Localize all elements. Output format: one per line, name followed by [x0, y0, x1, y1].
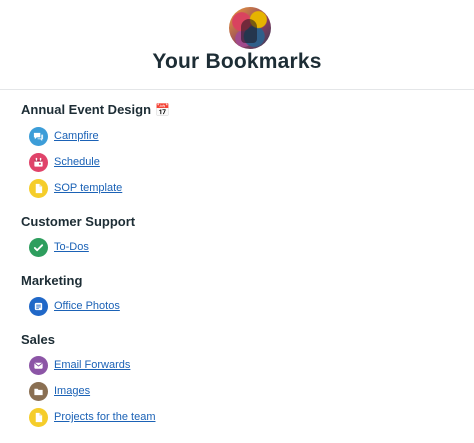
bookmark-link[interactable]: Office Photos	[54, 300, 120, 312]
page-title: Your Bookmarks	[152, 50, 322, 73]
group-title-sales: Sales	[21, 332, 55, 347]
calendar-emoji-icon: 📅	[155, 103, 170, 117]
bookmark-link[interactable]: Schedule	[54, 156, 100, 168]
envelope-icon	[29, 355, 48, 375]
bookmark-images[interactable]: Images	[29, 381, 90, 401]
bookmark-campfire[interactable]: Campfire	[29, 126, 99, 146]
group-title-annual-event-design: Annual Event Design 📅	[21, 102, 170, 117]
document-icon	[29, 407, 48, 427]
bookmark-email-forwards[interactable]: Email Forwards	[29, 355, 130, 375]
bookmark-schedule[interactable]: Schedule	[29, 152, 100, 172]
checkmark-icon	[29, 237, 48, 257]
bookmark-link[interactable]: Projects for the team	[54, 411, 156, 423]
bookmark-to-dos[interactable]: To-Dos	[29, 237, 89, 257]
bookmark-link[interactable]: SOP template	[54, 182, 122, 194]
group-title-label: Annual Event Design	[21, 102, 152, 117]
bookmark-link[interactable]: Campfire	[54, 130, 99, 142]
calendar-icon	[29, 152, 48, 172]
bookmark-projects-for-the-team[interactable]: Projects for the team	[29, 407, 156, 427]
chat-bubbles-icon	[29, 126, 48, 146]
bookmark-link[interactable]: Email Forwards	[54, 359, 130, 371]
bookmark-sop-template[interactable]: SOP template	[29, 178, 122, 198]
bookmark-office-photos[interactable]: Office Photos	[29, 296, 120, 316]
message-board-icon	[29, 296, 48, 316]
avatar[interactable]	[229, 7, 271, 49]
group-title-marketing: Marketing	[21, 273, 83, 288]
folder-icon	[29, 381, 48, 401]
bookmark-link[interactable]: To-Dos	[54, 241, 89, 253]
group-title-customer-support: Customer Support	[21, 214, 136, 229]
document-icon	[29, 178, 48, 198]
bookmark-link[interactable]: Images	[54, 385, 90, 397]
page-header: Your Bookmarks	[0, 0, 474, 90]
